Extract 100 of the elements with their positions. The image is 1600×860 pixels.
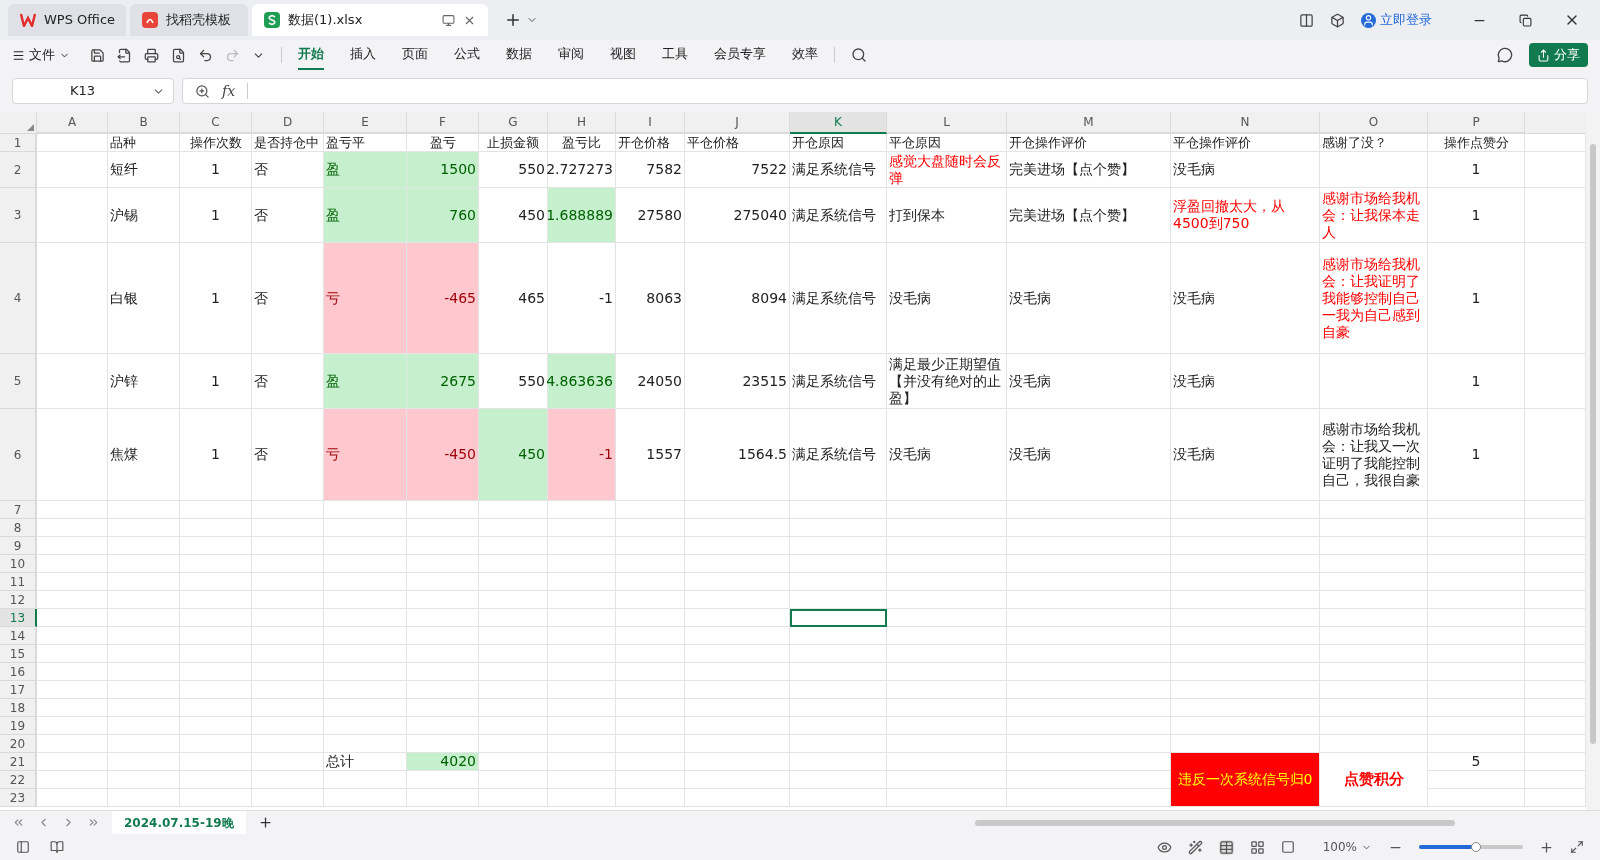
table-cell[interactable]: 8063 — [616, 243, 685, 354]
row-header[interactable]: 9 — [0, 537, 37, 555]
cube-icon[interactable] — [1330, 12, 1345, 28]
search-icon[interactable] — [851, 47, 867, 63]
document-tab[interactable]: WPS Office — [8, 4, 126, 36]
table-cell[interactable]: 450 — [479, 409, 548, 501]
table-cell[interactable]: 盈亏比 — [548, 134, 616, 152]
table-cell[interactable]: 满足系统信号 — [790, 152, 887, 188]
ribbon-tab[interactable]: 开始 — [298, 40, 324, 70]
table-cell[interactable]: 打到保本 — [887, 188, 1007, 243]
table-cell[interactable]: 完美进场【点个赞】 — [1007, 188, 1171, 243]
table-cell[interactable]: 23515 — [685, 354, 790, 409]
table-cell[interactable]: 4020 — [407, 753, 479, 771]
table-cell[interactable]: -465 — [407, 243, 479, 354]
table-cell[interactable]: 没毛病 — [1171, 243, 1320, 354]
table-cell[interactable]: 1 — [1428, 243, 1525, 354]
row-header[interactable]: 19 — [0, 717, 37, 735]
column-header[interactable]: H — [548, 112, 616, 134]
table-cell[interactable]: 满足系统信号 — [790, 243, 887, 354]
table-cell[interactable]: 满足系统信号 — [790, 409, 887, 501]
table-cell[interactable]: 1 — [180, 188, 252, 243]
undo-icon[interactable] — [198, 47, 213, 63]
column-header[interactable]: E — [324, 112, 407, 134]
table-cell[interactable]: 5 — [1428, 753, 1525, 771]
page-break-icon[interactable] — [1280, 840, 1295, 854]
table-cell[interactable]: 没毛病 — [887, 409, 1007, 501]
ribbon-tab[interactable]: 效率 — [792, 40, 818, 70]
print-icon[interactable] — [144, 47, 159, 63]
table-cell[interactable]: 满足最少正期望值【并没有绝对的止盈】 — [887, 354, 1007, 409]
table-cell[interactable]: 平仓价格 — [685, 134, 790, 152]
eye-icon[interactable] — [1156, 839, 1172, 855]
row-header[interactable]: 10 — [0, 555, 37, 573]
column-header[interactable]: D — [252, 112, 324, 134]
row-header[interactable]: 11 — [0, 573, 37, 591]
table-cell[interactable]: 开仓操作评价 — [1007, 134, 1171, 152]
zoom-in-icon[interactable] — [1539, 839, 1554, 855]
table-cell[interactable]: 8094 — [685, 243, 790, 354]
table-cell[interactable]: 275040 — [685, 188, 790, 243]
column-header[interactable]: B — [108, 112, 180, 134]
zoom-slider[interactable] — [1419, 845, 1523, 849]
save-icon[interactable] — [90, 47, 105, 63]
table-cell[interactable]: 平仓操作评价 — [1171, 134, 1320, 152]
column-header[interactable]: L — [887, 112, 1007, 134]
panel-icon[interactable] — [16, 840, 30, 854]
table-cell[interactable]: 满足系统信号 — [790, 188, 887, 243]
row-header[interactable]: 15 — [0, 645, 37, 663]
table-cell[interactable]: 1 — [1428, 152, 1525, 188]
new-tab-icon[interactable] — [504, 11, 522, 29]
table-cell[interactable]: 感谢了没？ — [1320, 134, 1428, 152]
column-header[interactable]: N — [1171, 112, 1320, 134]
row-header[interactable]: 12 — [0, 591, 37, 609]
table-cell[interactable]: 违反一次系统信号归0 — [1171, 753, 1320, 807]
table-cell[interactable]: 27580 — [616, 188, 685, 243]
share-button[interactable]: 分享 — [1529, 43, 1588, 67]
table-cell[interactable]: 没毛病 — [1007, 354, 1171, 409]
table-cell[interactable]: 没毛病 — [1171, 152, 1320, 188]
table-cell[interactable]: 1 — [180, 152, 252, 188]
table-cell[interactable]: 白银 — [108, 243, 180, 354]
table-cell[interactable]: 品种 — [108, 134, 180, 152]
export-icon[interactable] — [117, 47, 132, 63]
ribbon-tab[interactable]: 数据 — [506, 40, 532, 70]
table-cell[interactable]: 感谢市场给我机会：让我证明了我能够控制自己一我为自己感到自豪 — [1320, 243, 1428, 354]
column-header[interactable]: J — [685, 112, 790, 134]
ribbon-tab[interactable]: 会员专享 — [714, 40, 766, 70]
ribbon-tab[interactable]: 页面 — [402, 40, 428, 70]
row-header[interactable]: 3 — [0, 188, 37, 243]
table-cell[interactable]: 1 — [1428, 188, 1525, 243]
document-tab[interactable]: 找稻壳模板 — [130, 4, 248, 36]
table-cell[interactable]: 7582 — [616, 152, 685, 188]
table-cell[interactable]: 1.688889 — [548, 188, 616, 243]
first-sheet-icon[interactable] — [12, 816, 25, 829]
column-header[interactable]: O — [1320, 112, 1428, 134]
file-menu[interactable]: 文件 — [12, 45, 70, 65]
row-header[interactable]: 18 — [0, 699, 37, 717]
row-header[interactable]: 16 — [0, 663, 37, 681]
table-cell[interactable]: 1 — [1428, 354, 1525, 409]
table-cell[interactable]: 4.863636 — [548, 354, 616, 409]
table-cell[interactable]: 是否持仓中 — [252, 134, 324, 152]
table-cell[interactable]: 沪锌 — [108, 354, 180, 409]
table-cell[interactable]: 满足系统信号 — [790, 354, 887, 409]
table-cell[interactable]: 开仓原因 — [790, 134, 887, 152]
column-header[interactable]: M — [1007, 112, 1171, 134]
table-cell[interactable]: 1 — [1428, 409, 1525, 501]
column-header[interactable]: I — [616, 112, 685, 134]
table-cell[interactable]: 止损金额 — [479, 134, 548, 152]
table-cell[interactable]: 短纤 — [108, 152, 180, 188]
add-sheet-icon[interactable] — [257, 815, 273, 830]
column-header[interactable]: C — [180, 112, 252, 134]
row-header[interactable]: 17 — [0, 681, 37, 699]
table-cell[interactable]: 盈 — [324, 354, 407, 409]
row-header[interactable]: 7 — [0, 501, 37, 519]
slider-thumb[interactable] — [1471, 842, 1482, 852]
print-preview-icon[interactable] — [171, 47, 186, 63]
table-cell[interactable]: 亏 — [324, 409, 407, 501]
table-cell[interactable]: 没毛病 — [1171, 409, 1320, 501]
book-icon[interactable] — [50, 840, 64, 854]
table-cell[interactable]: 完美进场【点个赞】 — [1007, 152, 1171, 188]
chat-icon[interactable] — [1497, 47, 1513, 63]
table-cell[interactable]: 点赞积分 — [1320, 753, 1428, 807]
name-box[interactable]: K13 — [12, 78, 174, 104]
